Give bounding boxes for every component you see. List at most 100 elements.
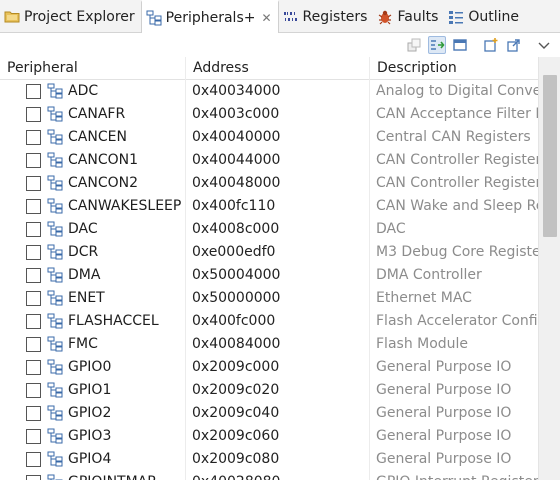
peripheral-address: 0x40044000: [192, 152, 281, 168]
peripheral-checkbox[interactable]: [26, 153, 41, 168]
tab-faults[interactable]: Faults: [373, 0, 444, 33]
peripheral-description: Central CAN Registers: [376, 129, 531, 145]
peripheral-name: FMC: [68, 336, 98, 352]
table-row[interactable]: GPIOINTMAP 0x40028080 GPIO Interrupt Reg…: [0, 471, 538, 480]
column-header-description[interactable]: Description: [370, 57, 538, 80]
peripheral-checkbox[interactable]: [26, 291, 41, 306]
table-row[interactable]: CANAFR 0x4003c000 CAN Acceptance Filter …: [0, 103, 538, 126]
peripheral-checkbox[interactable]: [26, 314, 41, 329]
table-row[interactable]: DAC 0x4008c000 DAC: [0, 218, 538, 241]
peripheral-name: CANCON1: [68, 152, 138, 168]
vertical-scrollbar[interactable]: [538, 57, 560, 480]
peripheral-description: Analog to Digital Converter: [376, 83, 538, 99]
peripheral-description: M3 Debug Core Registers: [376, 244, 538, 260]
tab-project-explorer[interactable]: Project Explorer: [0, 0, 141, 33]
column-header-peripheral[interactable]: Peripheral: [0, 57, 186, 80]
table-row[interactable]: DMA 0x50004000 DMA Controller: [0, 264, 538, 287]
tab-label: Outline: [468, 8, 520, 25]
peripheral-icon: [47, 313, 63, 329]
table-row[interactable]: GPIO4 0x2009c080 General Purpose IO: [0, 448, 538, 471]
peripheral-icon: [47, 152, 63, 168]
peripheral-name: DMA: [68, 267, 101, 283]
peripheral-address: 0xe000edf0: [192, 244, 276, 260]
outline-icon: [448, 9, 464, 25]
peripheral-description: Flash Accelerator Configuration: [376, 313, 538, 329]
peripheral-icon: [47, 83, 63, 99]
peripheral-checkbox[interactable]: [26, 245, 41, 260]
table-row[interactable]: ENET 0x50000000 Ethernet MAC: [0, 287, 538, 310]
peripheral-checkbox[interactable]: [26, 383, 41, 398]
table-row[interactable]: GPIO2 0x2009c040 General Purpose IO: [0, 402, 538, 425]
scrollbar-thumb[interactable]: [543, 75, 557, 237]
table-row[interactable]: GPIO1 0x2009c020 General Purpose IO: [0, 379, 538, 402]
peripheral-icon: [47, 359, 63, 375]
peripheral-name: CANWAKESLEEP: [68, 198, 182, 214]
table-row[interactable]: ADC 0x40034000 Analog to Digital Convert…: [0, 80, 538, 103]
peripheral-description: DMA Controller: [376, 267, 482, 283]
peripheral-address: 0x50000000: [192, 290, 281, 306]
peripheral-address: 0x4003c000: [192, 106, 280, 122]
peripheral-checkbox[interactable]: [26, 176, 41, 191]
peripheral-name: CANCEN: [68, 129, 127, 145]
peripheral-checkbox[interactable]: [26, 406, 41, 421]
peripheral-description: DAC: [376, 221, 406, 237]
peripheral-name: GPIO1: [68, 382, 112, 398]
column-divider: [369, 57, 370, 480]
export-button[interactable]: [505, 36, 523, 54]
table-row[interactable]: CANCON2 0x40048000 CAN Controller Regist…: [0, 172, 538, 195]
peripheral-address: 0x40040000: [192, 129, 281, 145]
table-row[interactable]: GPIO0 0x2009c000 General Purpose IO: [0, 356, 538, 379]
peripheral-checkbox[interactable]: [26, 452, 41, 467]
peripheral-icon: [47, 428, 63, 444]
peripheral-checkbox[interactable]: [26, 337, 41, 352]
peripheral-address: 0x4008c000: [192, 221, 280, 237]
peripheral-icon: [47, 198, 63, 214]
faults-icon: [377, 9, 393, 25]
peripheral-checkbox[interactable]: [26, 107, 41, 122]
table-row[interactable]: DCR 0xe000edf0 M3 Debug Core Registers: [0, 241, 538, 264]
peripheral-icon: [47, 175, 63, 191]
peripheral-checkbox[interactable]: [26, 268, 41, 283]
peripheral-checkbox[interactable]: [26, 199, 41, 214]
table-row[interactable]: GPIO3 0x2009c060 General Purpose IO: [0, 425, 538, 448]
registers-icon: [283, 9, 299, 25]
peripheral-address: 0x2009c000: [192, 359, 280, 375]
tab-peripherals[interactable]: Peripherals+ ✕: [140, 0, 279, 34]
peripheral-checkbox[interactable]: [26, 360, 41, 375]
peripheral-name: GPIO0: [68, 359, 112, 375]
column-header-address[interactable]: Address: [186, 57, 370, 80]
peripheral-icon: [47, 106, 63, 122]
tab-label: Registers: [302, 8, 368, 25]
peripheral-icon: [47, 290, 63, 306]
peripheral-icon: [47, 267, 63, 283]
peripheral-icon: [47, 336, 63, 352]
peripheral-name: CANAFR: [68, 106, 126, 122]
tab-registers[interactable]: Registers: [279, 0, 374, 33]
table-row[interactable]: CANWAKESLEEP 0x400fc110 CAN Wake and Sle…: [0, 195, 538, 218]
collapse-all-button[interactable]: [405, 36, 423, 54]
link-with-editor-button[interactable]: [428, 36, 446, 54]
peripheral-address: 0x40028080: [192, 471, 372, 480]
column-divider: [185, 57, 186, 480]
new-folder-button[interactable]: [482, 36, 500, 54]
view-menu-chevron-down-icon[interactable]: [535, 36, 553, 54]
peripheral-description: General Purpose IO: [376, 428, 512, 444]
peripherals-icon: [146, 10, 162, 26]
peripheral-description: CAN Wake and Sleep Registers: [376, 198, 538, 214]
table-row[interactable]: CANCON1 0x40044000 CAN Controller Regist…: [0, 149, 538, 172]
peripheral-checkbox[interactable]: [26, 475, 41, 480]
close-icon[interactable]: ✕: [261, 11, 271, 25]
table-row[interactable]: CANCEN 0x40040000 Central CAN Registers: [0, 126, 538, 149]
peripheral-description: CAN Controller Registers: [376, 152, 538, 168]
table-row[interactable]: FMC 0x40084000 Flash Module: [0, 333, 538, 356]
table-row[interactable]: FLASHACCEL 0x400fc000 Flash Accelerator …: [0, 310, 538, 333]
peripheral-address: 0x2009c040: [192, 405, 280, 421]
peripheral-checkbox[interactable]: [26, 130, 41, 145]
restore-button[interactable]: [451, 36, 469, 54]
tab-outline[interactable]: Outline: [444, 0, 525, 33]
peripheral-checkbox[interactable]: [26, 429, 41, 444]
peripheral-checkbox[interactable]: [26, 84, 41, 99]
peripheral-name: DCR: [68, 244, 99, 260]
peripheral-checkbox[interactable]: [26, 222, 41, 237]
peripheral-name: GPIO4: [68, 451, 112, 467]
